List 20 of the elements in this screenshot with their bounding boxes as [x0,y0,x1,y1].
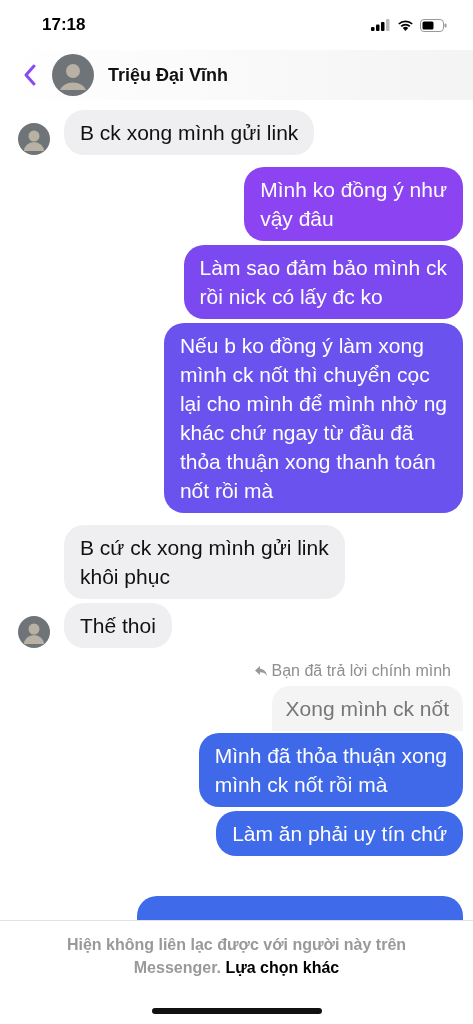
message-bubble: Mình đã thỏa thuận xong mình ck nốt rồi mà [198,733,463,807]
back-icon[interactable] [22,63,38,87]
battery-icon [420,18,447,32]
message-bubble: B cứ ck xong mình gửi link khôi phục [64,525,345,599]
message-bubble: Làm sao đảm bảo mình ck rồi nick có lấy đc ko [183,245,463,319]
message-bubble: Nếu b ko đồng ý làm xong mình ck nốt thì chuyển cọc lại cho mình để mình nhờ ng khác chứ ngay từ đầu đã thỏa thuận xong thanh toán nốt rồi mà [163,323,463,513]
quoted-message: Xong mình ck nốt [271,686,463,731]
reply-icon [253,665,268,677]
status-time: 17:18 [42,15,86,35]
message-bubble: Mình ko đồng ý như vậy đâu [244,167,463,241]
options-link[interactable]: Lựa chọn khác [225,959,340,976]
contact-name: Triệu Đại Vĩnh [108,64,229,86]
message-bubble: B ck xong mình gửi link [64,110,315,155]
message-bubble: Thế thoi [64,603,172,648]
unavailable-notice: Hiện không liên lạc được với người này trên Messenger. Lựa chọn khác [65,935,408,978]
signal-icon [371,19,391,31]
wifi-icon [397,19,414,31]
avatar[interactable] [52,54,94,96]
reply-note: Bạn đã trả lời chính mình [271,662,451,680]
message-bubble: Làm ăn phải uy tín chứ [216,811,463,856]
